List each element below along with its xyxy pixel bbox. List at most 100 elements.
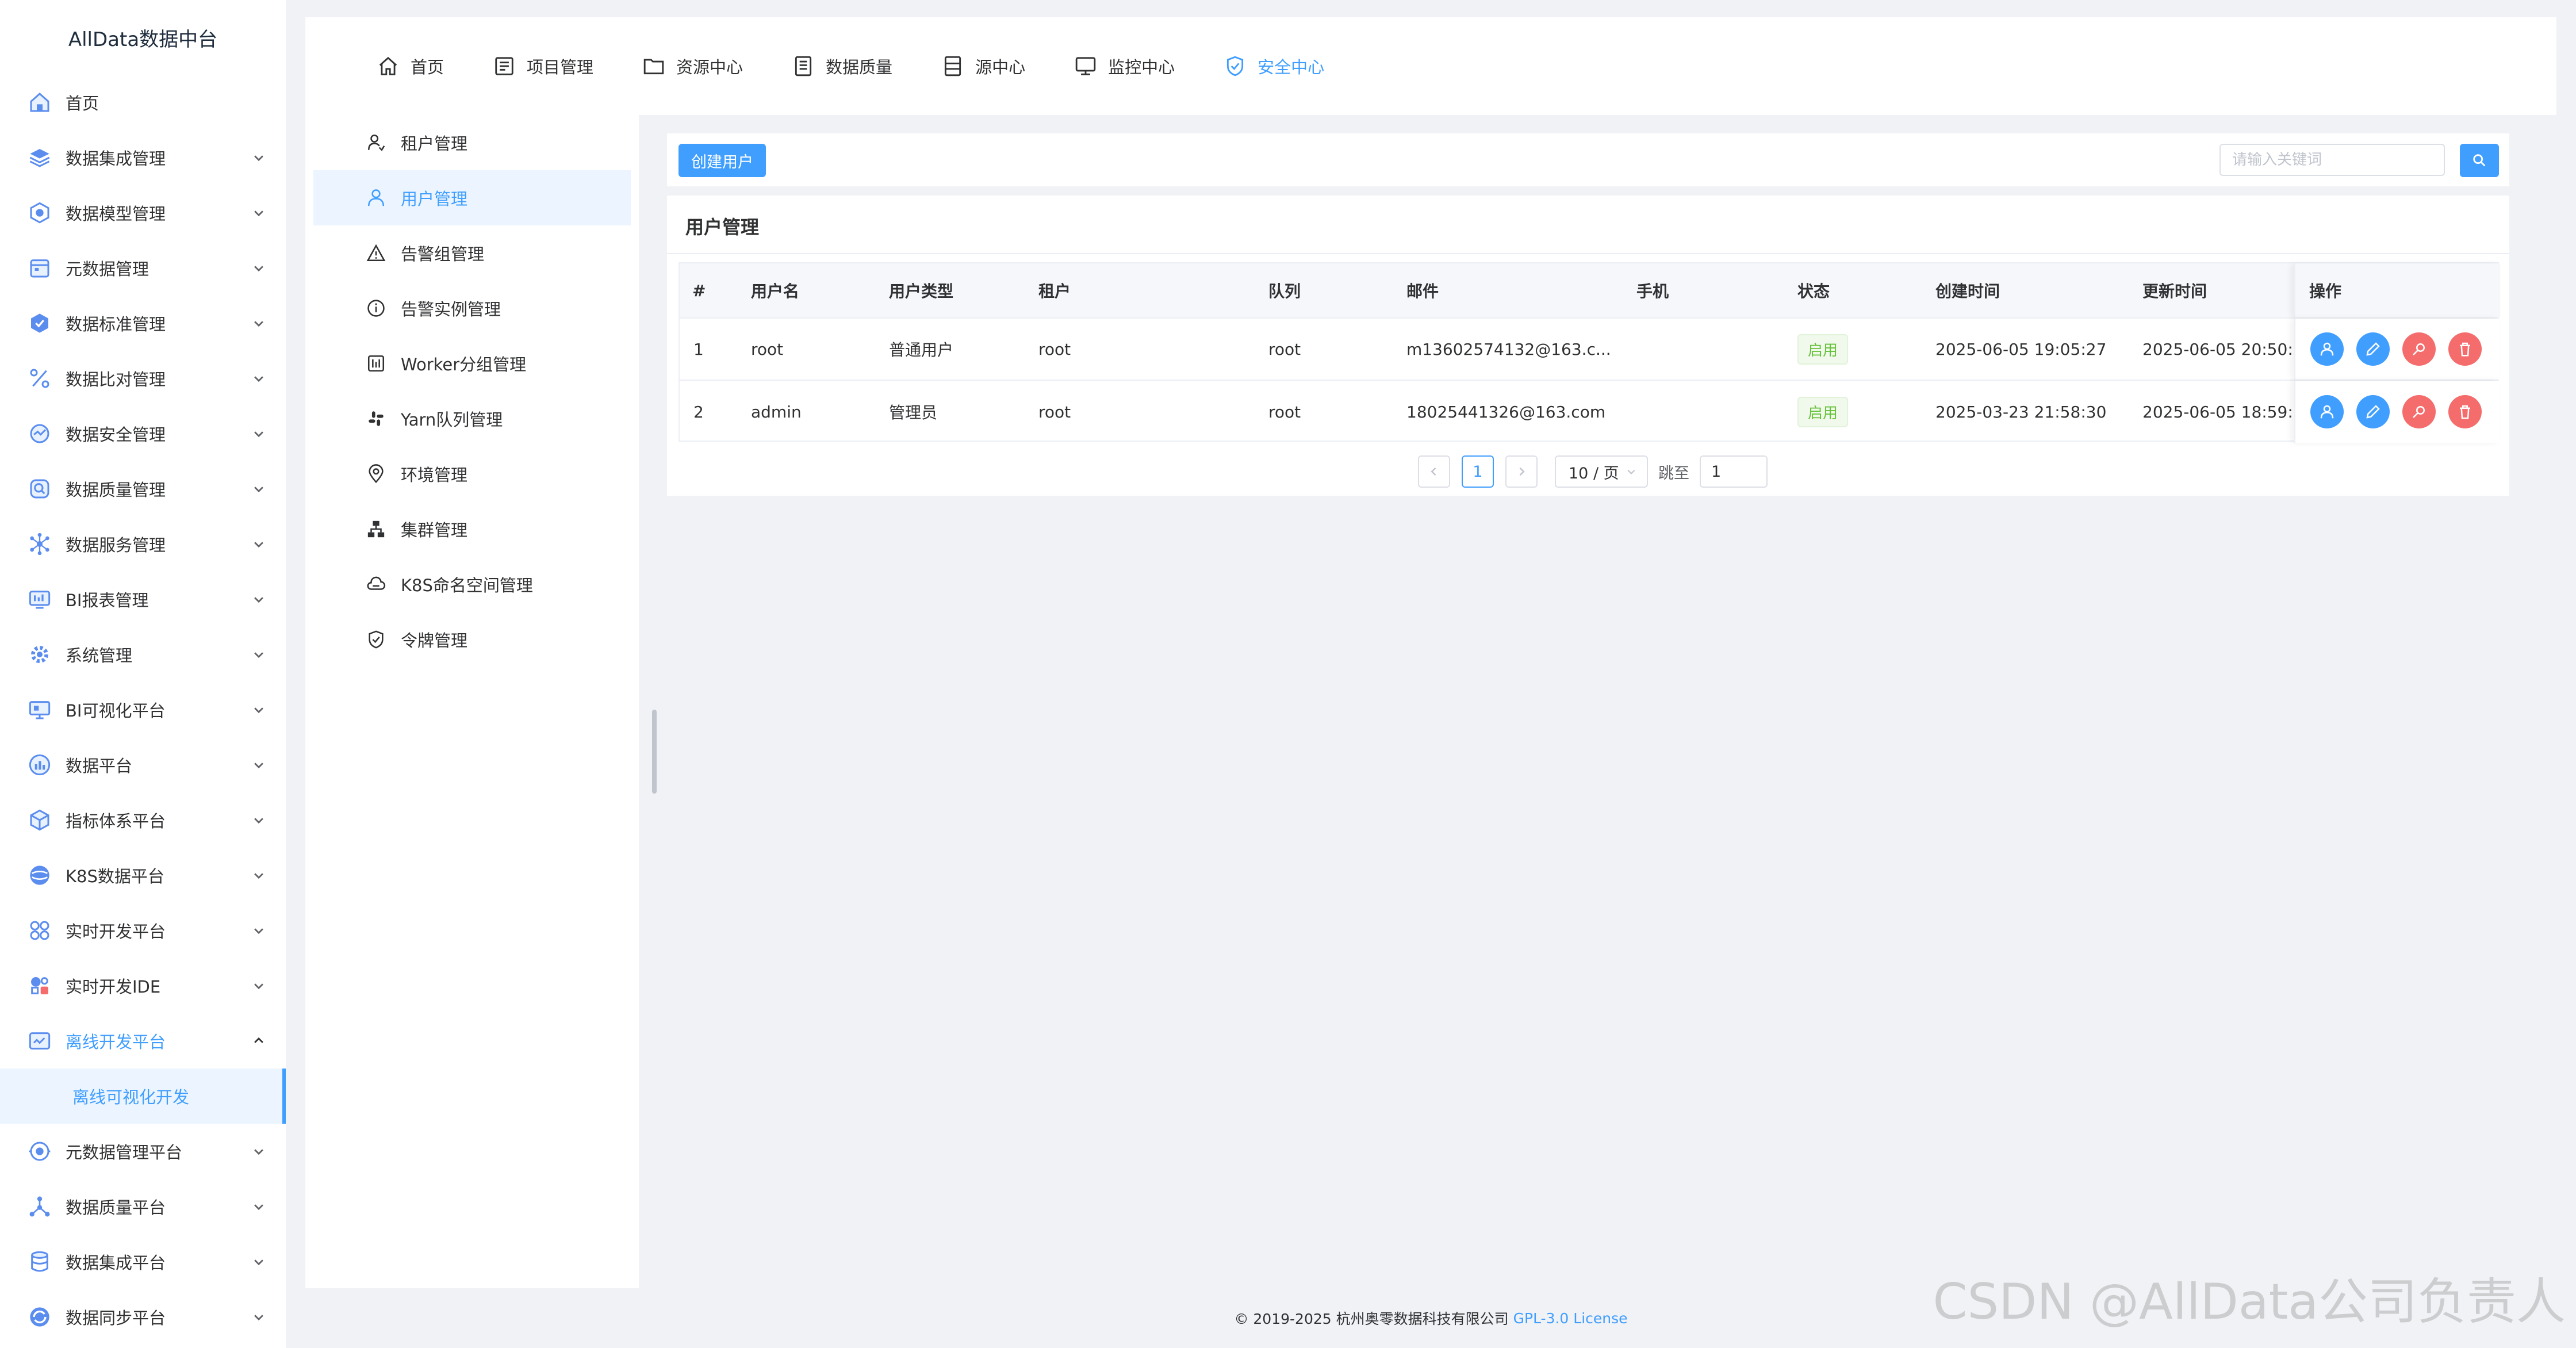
jump-page-input[interactable]: 1	[1700, 455, 1768, 488]
create-user-button[interactable]: 创建用户	[678, 144, 766, 177]
sidebar-item-data-integration[interactable]: 数据集成管理	[0, 130, 286, 185]
sidebar-item-data-service[interactable]: 数据服务管理	[0, 516, 286, 572]
key-icon	[2413, 406, 2425, 418]
sidebar-item-indicator[interactable]: 指标体系平台	[0, 792, 286, 848]
submenu-token[interactable]: 令牌管理	[305, 612, 639, 667]
chevron-down-icon[interactable]	[251, 205, 266, 220]
search-input[interactable]	[2220, 144, 2445, 176]
tab-resource[interactable]: 资源中心	[643, 54, 743, 78]
toolbar: 创建用户	[667, 133, 2509, 186]
chevron-down-icon[interactable]	[251, 316, 266, 331]
user-authorize-button[interactable]	[2310, 395, 2344, 428]
chevron-down-icon[interactable]	[251, 1144, 266, 1159]
tab-project[interactable]: 项目管理	[493, 54, 593, 78]
next-page-button[interactable]	[1505, 455, 1538, 488]
sidebar-item-data-quality[interactable]: 数据质量管理	[0, 461, 286, 516]
submenu-cluster[interactable]: 集群管理	[305, 501, 639, 557]
edit-button[interactable]	[2356, 332, 2390, 366]
chevron-down-icon[interactable]	[251, 261, 266, 275]
chevron-down-icon[interactable]	[251, 592, 266, 607]
page-number-current[interactable]: 1	[1462, 455, 1494, 488]
database-icon	[26, 1249, 53, 1275]
card-title: 用户管理	[685, 216, 760, 238]
sidebar-item-sync-platform[interactable]: 数据同步平台	[0, 1289, 286, 1345]
chevron-down-icon[interactable]	[251, 1199, 266, 1214]
chevron-down-icon[interactable]	[251, 1254, 266, 1269]
sidebar-item-integration-platform[interactable]: 数据集成平台	[0, 1234, 286, 1289]
sidebar-item-system[interactable]: 系统管理	[0, 627, 286, 682]
submenu-user[interactable]: 用户管理	[313, 170, 631, 225]
edit-button[interactable]	[2356, 395, 2390, 428]
user-table: # 用户名 用户类型 租户 队列 邮件 手机 状态 创建时间 更新时间 操作 1…	[678, 262, 2500, 443]
chevron-down-icon[interactable]	[251, 757, 266, 772]
sidebar-item-data-compare[interactable]: 数据比对管理	[0, 351, 286, 406]
submenu-alert-group[interactable]: 告警组管理	[305, 225, 639, 281]
chevron-down-icon[interactable]	[251, 923, 266, 938]
ops-column	[2294, 381, 2500, 443]
submenu-yarn-queue[interactable]: Yarn队列管理	[305, 391, 639, 446]
sidebar-item-realtime[interactable]: 实时开发平台	[0, 903, 286, 958]
license-link[interactable]: GPL-3.0 License	[1513, 1310, 1628, 1327]
sidebar-item-data-security[interactable]: 数据安全管理	[0, 406, 286, 461]
reset-password-button[interactable]	[2402, 332, 2436, 366]
sidebar-item-realtime-ide[interactable]: 实时开发IDE	[0, 958, 286, 1013]
submenu-environment[interactable]: 环境管理	[305, 446, 639, 501]
chevron-down-icon[interactable]	[251, 868, 266, 883]
user-authorize-button[interactable]	[2310, 332, 2344, 366]
reset-password-button[interactable]	[2402, 395, 2436, 428]
sidebar-item-home[interactable]: 首页	[0, 75, 286, 130]
cloud-icon	[367, 576, 386, 590]
chevron-down-icon[interactable]	[251, 426, 266, 441]
chevron-down-icon[interactable]	[251, 647, 266, 662]
resize-handle[interactable]	[652, 710, 657, 794]
chevron-down-icon[interactable]	[251, 1309, 266, 1324]
tab-data-quality[interactable]: 数据质量	[792, 54, 892, 78]
sidebar-item-bi-report[interactable]: BI报表管理	[0, 572, 286, 627]
tab-label: 项目管理	[527, 58, 594, 77]
chevron-down-icon[interactable]	[251, 702, 266, 717]
chevron-down-icon[interactable]	[251, 481, 266, 496]
tab-datasource[interactable]: 源中心	[942, 54, 1025, 78]
submenu-label: 告警实例管理	[401, 300, 501, 319]
submenu-worker-group[interactable]: Worker分组管理	[305, 336, 639, 391]
edit-icon	[2366, 342, 2380, 356]
chevron-left-icon	[1431, 467, 1436, 476]
chevron-down-icon[interactable]	[251, 371, 266, 386]
submenu-label: K8S命名空间管理	[401, 576, 533, 595]
chevron-up-icon[interactable]	[251, 1033, 266, 1048]
sidebar-subitem-offline-visual[interactable]: 离线可视化开发	[0, 1069, 286, 1124]
top-navigation: 首页 项目管理 资源中心 数据质量 源中心 监控中心 安全中心	[305, 17, 2556, 115]
page-size-select[interactable]: 10 / 页	[1555, 455, 1648, 488]
submenu-k8s-namespace[interactable]: K8S命名空间管理	[305, 557, 639, 612]
delete-button[interactable]	[2448, 395, 2482, 428]
sidebar-item-data-platform[interactable]: 数据平台	[0, 737, 286, 792]
sidebar-item-k8s[interactable]: K8S数据平台	[0, 848, 286, 903]
sidebar-item-bi-visual[interactable]: BI可视化平台	[0, 682, 286, 737]
chevron-down-icon[interactable]	[251, 978, 266, 993]
submenu-alert-instance[interactable]: 告警实例管理	[305, 281, 639, 336]
cell-user-type: 管理员	[889, 403, 938, 422]
search-icon	[2473, 154, 2486, 167]
sidebar-item-data-standard[interactable]: 数据标准管理	[0, 296, 286, 351]
user-card: 用户管理 # 用户名 用户类型 租户 队列 邮件 手机 状态 创建时间 更新时间…	[667, 196, 2509, 496]
user-icon	[2320, 342, 2334, 356]
chevron-down-icon[interactable]	[251, 813, 266, 828]
shield-icon	[1227, 56, 1244, 76]
sidebar-item-metadata-platform[interactable]: 元数据管理平台	[0, 1124, 286, 1179]
tab-label: 监控中心	[1108, 58, 1175, 77]
delete-button[interactable]	[2448, 332, 2482, 366]
tab-home[interactable]: 首页	[377, 54, 444, 78]
submenu-tenant[interactable]: 租户管理	[305, 115, 639, 170]
tab-monitor[interactable]: 监控中心	[1075, 54, 1175, 78]
search-button[interactable]	[2460, 144, 2499, 177]
chevron-right-icon	[1519, 467, 1525, 476]
sidebar-item-quality-platform[interactable]: 数据质量平台	[0, 1179, 286, 1234]
sidebar-item-metadata[interactable]: 元数据管理	[0, 240, 286, 296]
sidebar-item-offline[interactable]: 离线开发平台	[0, 1013, 286, 1069]
chevron-down-icon[interactable]	[251, 150, 266, 165]
sidebar-item-data-model[interactable]: 数据模型管理	[0, 185, 286, 240]
chevron-down-icon[interactable]	[251, 537, 266, 552]
k8s-icon	[26, 862, 53, 889]
prev-page-button[interactable]	[1418, 455, 1450, 488]
tab-security[interactable]: 安全中心	[1224, 54, 1324, 78]
